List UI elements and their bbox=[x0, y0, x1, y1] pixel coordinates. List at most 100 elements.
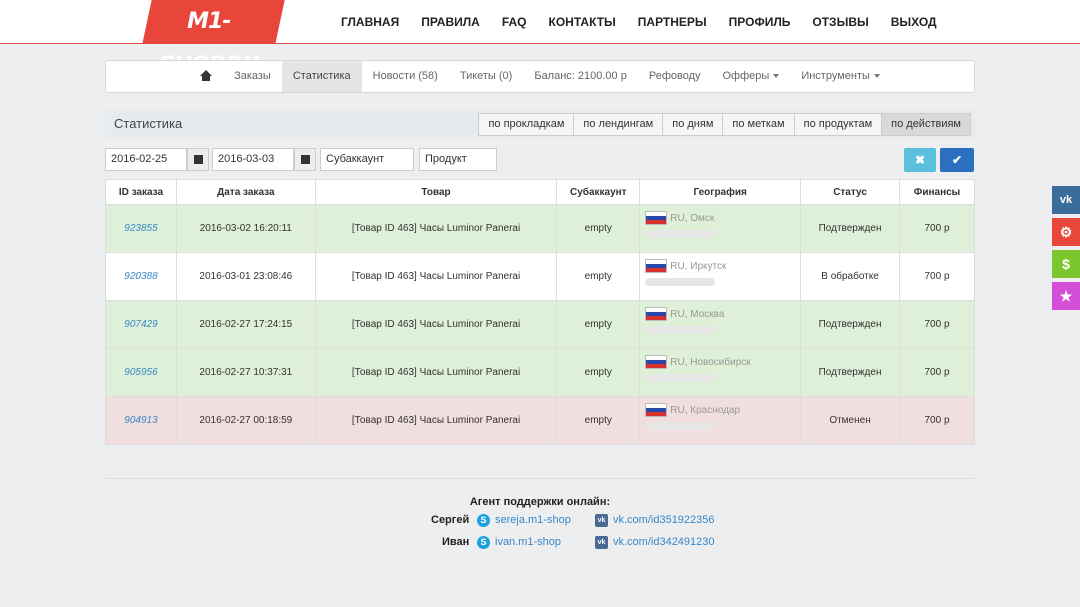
order-date: 2016-02-27 00:18:59 bbox=[175, 396, 316, 445]
russia-flag-icon bbox=[645, 259, 668, 273]
agent-vk-link[interactable]: vk.com/id351922356 bbox=[613, 514, 715, 526]
order-date: 2016-02-27 10:37:31 bbox=[175, 348, 316, 397]
apply-filters-button[interactable]: ✔ bbox=[940, 148, 974, 172]
vk-icon: vk bbox=[595, 536, 608, 549]
order-product: [Товар ID 463] Часы Luminor Panerai bbox=[314, 396, 558, 445]
header-status[interactable]: Статус bbox=[800, 179, 900, 205]
table-row: 905956 2016-02-27 10:37:31 [Товар ID 463… bbox=[105, 348, 975, 397]
agent-skype-link[interactable]: ivan.m1-shop bbox=[495, 536, 561, 548]
order-product: [Товар ID 463] Часы Luminor Panerai bbox=[314, 204, 558, 253]
subnav-tools[interactable]: Инструменты bbox=[790, 61, 891, 92]
order-finance: 700 р bbox=[899, 204, 975, 253]
tab-by-products[interactable]: по продуктам bbox=[793, 113, 883, 136]
order-id-link[interactable]: 905956 bbox=[105, 348, 177, 397]
order-finance: 700 р bbox=[899, 300, 975, 349]
favorites-button[interactable]: ★ bbox=[1052, 282, 1080, 310]
header-geography[interactable]: География bbox=[639, 179, 802, 205]
stats-tabs: по прокладкам по лендингам по дням по ме… bbox=[478, 113, 971, 136]
stats-header: Статистика по прокладкам по лендингам по… bbox=[105, 110, 975, 138]
order-geo: RU, Новосибирск bbox=[639, 348, 802, 397]
order-subaccount: empty bbox=[556, 252, 641, 301]
geo-text: RU, Краснодар bbox=[670, 404, 741, 416]
order-subaccount: empty bbox=[556, 348, 641, 397]
subnav-home[interactable] bbox=[189, 61, 223, 92]
filters-bar: 2016-02-25 2016-03-03 Субаккаунт Продукт… bbox=[105, 148, 975, 172]
geo-text: RU, Новосибирск bbox=[670, 356, 751, 368]
table-header-row: ID заказа Дата заказа Товар Субаккаунт Г… bbox=[105, 179, 975, 205]
subnav-balance[interactable]: Баланс: 2100.00 р bbox=[523, 61, 638, 92]
order-status: В обработке bbox=[800, 252, 900, 301]
order-date: 2016-03-02 16:20:11 bbox=[175, 204, 316, 253]
sub-nav: Заказы Статистика Новости (58) Тикеты (0… bbox=[105, 60, 975, 93]
nav-reviews[interactable]: ОТЗЫВЫ bbox=[801, 0, 879, 44]
tab-by-prelanding[interactable]: по прокладкам bbox=[478, 113, 575, 136]
tab-by-actions[interactable]: по действиям bbox=[881, 113, 971, 136]
geo-text: RU, Москва bbox=[670, 308, 725, 320]
header-subaccount[interactable]: Субаккаунт bbox=[556, 179, 641, 205]
order-geo: RU, Краснодар bbox=[639, 396, 802, 445]
footer: Агент поддержки онлайн: bbox=[0, 496, 1080, 508]
header-finance[interactable]: Финансы bbox=[899, 179, 975, 205]
date-to-calendar-button[interactable] bbox=[294, 148, 316, 171]
skype-icon: S bbox=[477, 536, 490, 549]
blurred-ip bbox=[645, 422, 716, 430]
russia-flag-icon bbox=[645, 307, 668, 321]
settings-button[interactable]: ⚙ bbox=[1052, 218, 1080, 246]
date-to-input[interactable]: 2016-03-03 bbox=[212, 148, 294, 171]
tab-by-landing[interactable]: по лендингам bbox=[573, 113, 664, 136]
date-from-calendar-button[interactable] bbox=[187, 148, 209, 171]
nav-contacts[interactable]: КОНТАКТЫ bbox=[538, 0, 627, 44]
header-order-id[interactable]: ID заказа bbox=[105, 179, 177, 205]
home-icon bbox=[200, 70, 213, 82]
nav-home[interactable]: ГЛАВНАЯ bbox=[330, 0, 410, 44]
tab-by-days[interactable]: по дням bbox=[662, 113, 724, 136]
blurred-ip bbox=[645, 230, 716, 238]
order-status: Отменен bbox=[800, 396, 900, 445]
site-logo[interactable]: M1-SHOP.RU bbox=[142, 0, 285, 78]
table-row: 904913 2016-02-27 00:18:59 [Товар ID 463… bbox=[105, 396, 975, 445]
agent-vk-link[interactable]: vk.com/id342491230 bbox=[613, 536, 715, 548]
header-order-date[interactable]: Дата заказа bbox=[175, 179, 316, 205]
order-date: 2016-02-27 17:24:15 bbox=[175, 300, 316, 349]
subnav-refovod[interactable]: Рефоводу bbox=[638, 61, 712, 92]
order-product: [Товар ID 463] Часы Luminor Panerai bbox=[314, 300, 558, 349]
subnav-news[interactable]: Новости (58) bbox=[362, 61, 449, 92]
vk-share-button[interactable]: vk bbox=[1052, 186, 1080, 214]
order-id-link[interactable]: 904913 bbox=[105, 396, 177, 445]
calendar-icon bbox=[194, 155, 203, 164]
order-geo: RU, Омск bbox=[639, 204, 802, 253]
geo-text: RU, Омск bbox=[670, 212, 715, 224]
agent-name: Иван bbox=[442, 536, 470, 548]
agent-skype-link[interactable]: sereja.m1-shop bbox=[495, 514, 571, 526]
subnav-tools-label: Инструменты bbox=[801, 70, 870, 82]
subnav-offers[interactable]: Офферы bbox=[712, 61, 791, 92]
subaccount-input[interactable]: Субаккаунт bbox=[320, 148, 414, 171]
orders-table: ID заказа Дата заказа Товар Субаккаунт Г… bbox=[105, 179, 975, 445]
nav-rules[interactable]: ПРАВИЛА bbox=[410, 0, 491, 44]
order-product: [Товар ID 463] Часы Luminor Panerai bbox=[314, 348, 558, 397]
date-from-input[interactable]: 2016-02-25 bbox=[105, 148, 187, 171]
order-status: Подтвержден bbox=[800, 204, 900, 253]
product-input[interactable]: Продукт bbox=[419, 148, 497, 171]
subnav-orders[interactable]: Заказы bbox=[223, 61, 282, 92]
stats-title: Статистика bbox=[114, 116, 183, 131]
money-button[interactable]: $ bbox=[1052, 250, 1080, 278]
vk-icon: vk bbox=[595, 514, 608, 527]
nav-logout[interactable]: ВЫХОД bbox=[880, 0, 948, 44]
header-product[interactable]: Товар bbox=[314, 179, 558, 205]
nav-faq[interactable]: FAQ bbox=[491, 0, 538, 44]
subnav-stats[interactable]: Статистика bbox=[281, 61, 362, 92]
nav-profile[interactable]: ПРОФИЛЬ bbox=[718, 0, 802, 44]
nav-partners[interactable]: ПАРТНЕРЫ bbox=[627, 0, 718, 44]
order-product: [Товар ID 463] Часы Luminor Panerai bbox=[314, 252, 558, 301]
order-geo: RU, Москва bbox=[639, 300, 802, 349]
order-id-link[interactable]: 923855 bbox=[105, 204, 177, 253]
order-geo: RU, Иркутск bbox=[639, 252, 802, 301]
order-id-link[interactable]: 920388 bbox=[105, 252, 177, 301]
order-id-link[interactable]: 907429 bbox=[105, 300, 177, 349]
clear-filters-button[interactable]: ✖ bbox=[904, 148, 936, 172]
subnav-tickets[interactable]: Тикеты (0) bbox=[449, 61, 524, 92]
main-nav: ГЛАВНАЯ ПРАВИЛА FAQ КОНТАКТЫ ПАРТНЕРЫ ПР… bbox=[330, 0, 948, 44]
tab-by-tags[interactable]: по меткам bbox=[722, 113, 795, 136]
order-status: Подтвержден bbox=[800, 300, 900, 349]
